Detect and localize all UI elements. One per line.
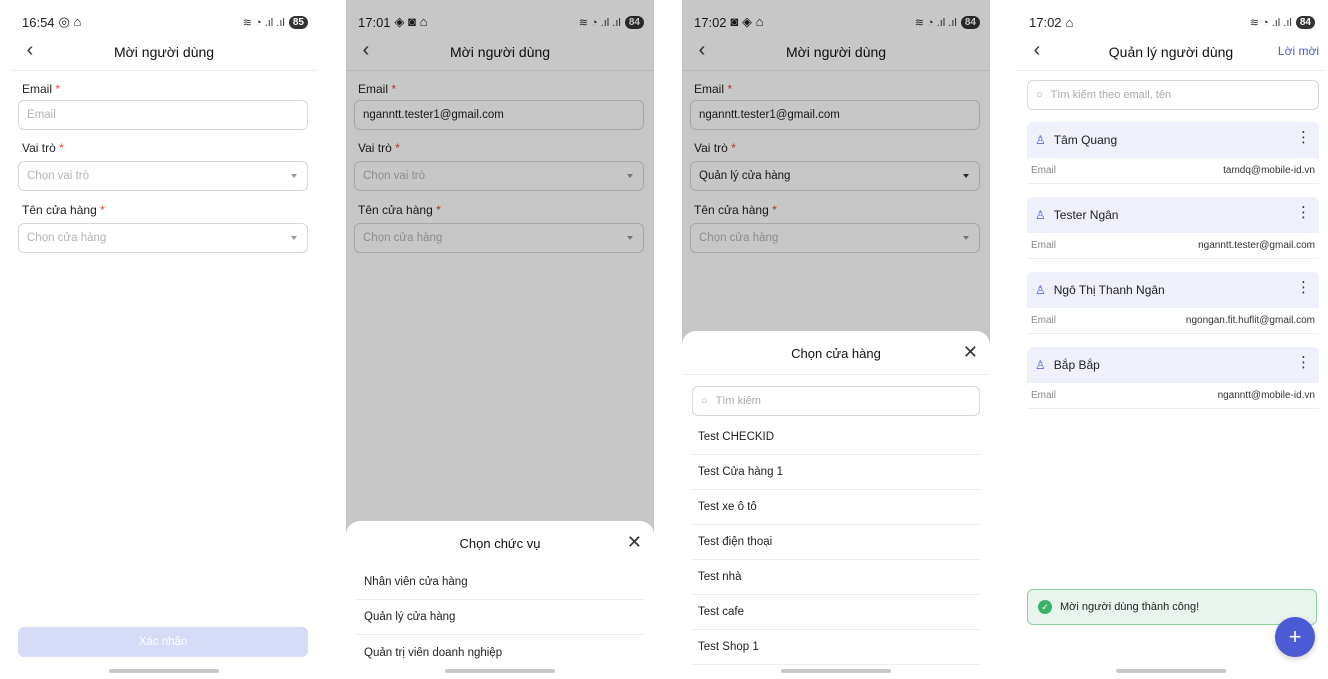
user-email-row: Email tamdq@mobile-id.vn [1027, 158, 1319, 184]
user-email: tamdq@mobile-id.vn [1223, 165, 1315, 176]
user-email-row: Email nganntt@mobile-id.vn [1027, 383, 1319, 409]
plus-icon: + [1288, 624, 1302, 649]
user-card-header[interactable]: ♙ Bắp Bắp ⋮ [1027, 347, 1319, 383]
add-user-button[interactable]: + [1275, 617, 1315, 657]
store-select[interactable]: Chọn cửa hàng [18, 223, 308, 253]
signal-icons: ≋ ◔ .ıl .ıl [242, 16, 285, 29]
user-email-row: Email nganntt.tester@gmail.com [1027, 233, 1319, 259]
role-bottom-sheet: Chọn chức vụ ✕ Nhân viên cửa hàng Quản l… [346, 521, 654, 679]
store-option[interactable]: Test điện thoại [692, 525, 980, 560]
user-email: ngongan.fit.huflit@gmail.com [1185, 315, 1315, 326]
user-name: Bắp Bắp [1053, 358, 1100, 372]
more-vertical-icon[interactable]: ⋮ [1296, 355, 1311, 371]
user-card: ♙ Ngô Thị Thanh Ngân ⋮ Email ngongan.fit… [1027, 272, 1319, 334]
email-key: Email [1031, 165, 1057, 176]
page-title: Mời người dùng [113, 43, 215, 60]
store-label: Tên cửa hàng * [22, 203, 105, 217]
home-indicator [1116, 669, 1226, 673]
email-key: Email [1031, 390, 1057, 401]
search-icon: ○ [1036, 89, 1043, 101]
email-label: Email * [22, 82, 61, 96]
success-toast: ✓ Mời người dùng thành công! [1027, 589, 1317, 625]
signal-icons: ≋ ◔ .ıl .ıl [1249, 16, 1292, 29]
home-indicator [445, 669, 555, 673]
confirm-button[interactable]: Xác nhận [18, 627, 308, 657]
user-card-header[interactable]: ♙ Tâm Quang ⋮ [1027, 122, 1319, 158]
battery-icon: 85 [288, 15, 308, 29]
user-card: ♙ Tâm Quang ⋮ Email tamdq@mobile-id.vn [1027, 122, 1319, 184]
invite-screen-store-sheet: 17:02 ◙ ◈ ⌂ ≋ ◔ .ıl .ıl 84 ‹ Mời người dùn… [682, 0, 990, 679]
email-key: Email [1031, 315, 1057, 326]
user-card-header[interactable]: ♙ Tester Ngân ⋮ [1027, 197, 1319, 233]
invitations-link[interactable]: Lời mời [1278, 44, 1319, 58]
user-email: nganntt.tester@gmail.com [1198, 240, 1315, 251]
back-icon[interactable]: ‹ [1025, 39, 1049, 63]
notification-icons: ⌂ [1065, 14, 1074, 30]
user-search-input[interactable]: ○ Tìm kiếm theo email, tên [1027, 80, 1319, 110]
more-vertical-icon[interactable]: ⋮ [1296, 280, 1311, 296]
user-name: Ngô Thị Thanh Ngân [1053, 283, 1165, 297]
sheet-title: Chọn cửa hàng [791, 346, 881, 361]
role-option[interactable]: Nhân viên cửa hàng [356, 565, 644, 600]
close-icon[interactable]: ✕ [963, 343, 978, 361]
dropdown-caret-icon [291, 236, 297, 240]
user-management-screen: 17:02 ⌂ ≋ ◔ .ıl .ıl 84 ‹ Quản lý người dùn… [1017, 0, 1325, 679]
home-indicator [781, 669, 891, 673]
role-select[interactable]: Chọn vai trò [18, 161, 308, 191]
role-label: Vai trò * [22, 141, 64, 155]
store-option[interactable]: Test CHECKID [692, 420, 980, 455]
header: ‹ Quản lý người dùng Lời mời [1017, 33, 1325, 71]
back-icon[interactable]: ‹ [18, 39, 42, 63]
close-icon[interactable]: ✕ [627, 533, 642, 551]
home-indicator [109, 669, 219, 673]
status-time: 17:02 [1029, 14, 1062, 30]
invite-screen-empty: 16:54 ◎ ⌂ ≋ ◔ .ıl .ıl 85 ‹ Mời người dùng … [10, 0, 318, 679]
dropdown-caret-icon [291, 174, 297, 178]
store-option[interactable]: Test Cửa hàng 1 [692, 455, 980, 490]
store-option[interactable]: Test nhà [692, 560, 980, 595]
header: ‹ Mời người dùng [10, 33, 318, 71]
invite-screen-role-sheet: 17:01 ◈ ◙ ⌂ ≋ ◔ .ıl .ıl 84 ‹ Mời người dùn… [346, 0, 654, 679]
email-field[interactable]: Email [18, 100, 308, 130]
page-title: Quản lý người dùng [1108, 43, 1234, 60]
role-option[interactable]: Quản lý cửa hàng [356, 600, 644, 635]
store-search-input[interactable]: ○ Tìm kiếm [692, 386, 980, 416]
user-icon: ♙ [1035, 133, 1046, 147]
user-card-header[interactable]: ♙ Ngô Thị Thanh Ngân ⋮ [1027, 272, 1319, 308]
store-bottom-sheet: Chọn cửa hàng ✕ ○ Tìm kiếm Test CHECKID T… [682, 331, 990, 679]
user-icon: ♙ [1035, 358, 1046, 372]
divider [682, 374, 990, 375]
store-option[interactable]: Test xe ô tô [692, 490, 980, 525]
user-email: nganntt@mobile-id.vn [1217, 390, 1315, 401]
search-icon: ○ [701, 395, 708, 407]
user-icon: ♙ [1035, 208, 1046, 222]
user-name: Tester Ngân [1053, 208, 1119, 222]
role-option[interactable]: Quản trị viên doanh nghiệp [356, 635, 644, 670]
email-key: Email [1031, 240, 1057, 251]
user-icon: ♙ [1035, 283, 1046, 297]
store-option[interactable]: Test cafe [692, 595, 980, 630]
sheet-title: Chọn chức vụ [459, 536, 541, 551]
more-vertical-icon[interactable]: ⋮ [1296, 205, 1311, 221]
more-vertical-icon[interactable]: ⋮ [1296, 130, 1311, 146]
check-circle-icon: ✓ [1038, 600, 1052, 614]
notification-icons: ◎ ⌂ [58, 14, 82, 29]
user-card: ♙ Bắp Bắp ⋮ Email nganntt@mobile-id.vn [1027, 347, 1319, 409]
status-time: 16:54 [22, 14, 55, 30]
user-card: ♙ Tester Ngân ⋮ Email nganntt.tester@gma… [1027, 197, 1319, 259]
user-email-row: Email ngongan.fit.huflit@gmail.com [1027, 308, 1319, 334]
user-name: Tâm Quang [1053, 133, 1118, 147]
store-option[interactable]: Test Shop 1 [692, 630, 980, 665]
battery-icon: 84 [1295, 15, 1315, 29]
toast-message: Mời người dùng thành công! [1060, 601, 1200, 613]
